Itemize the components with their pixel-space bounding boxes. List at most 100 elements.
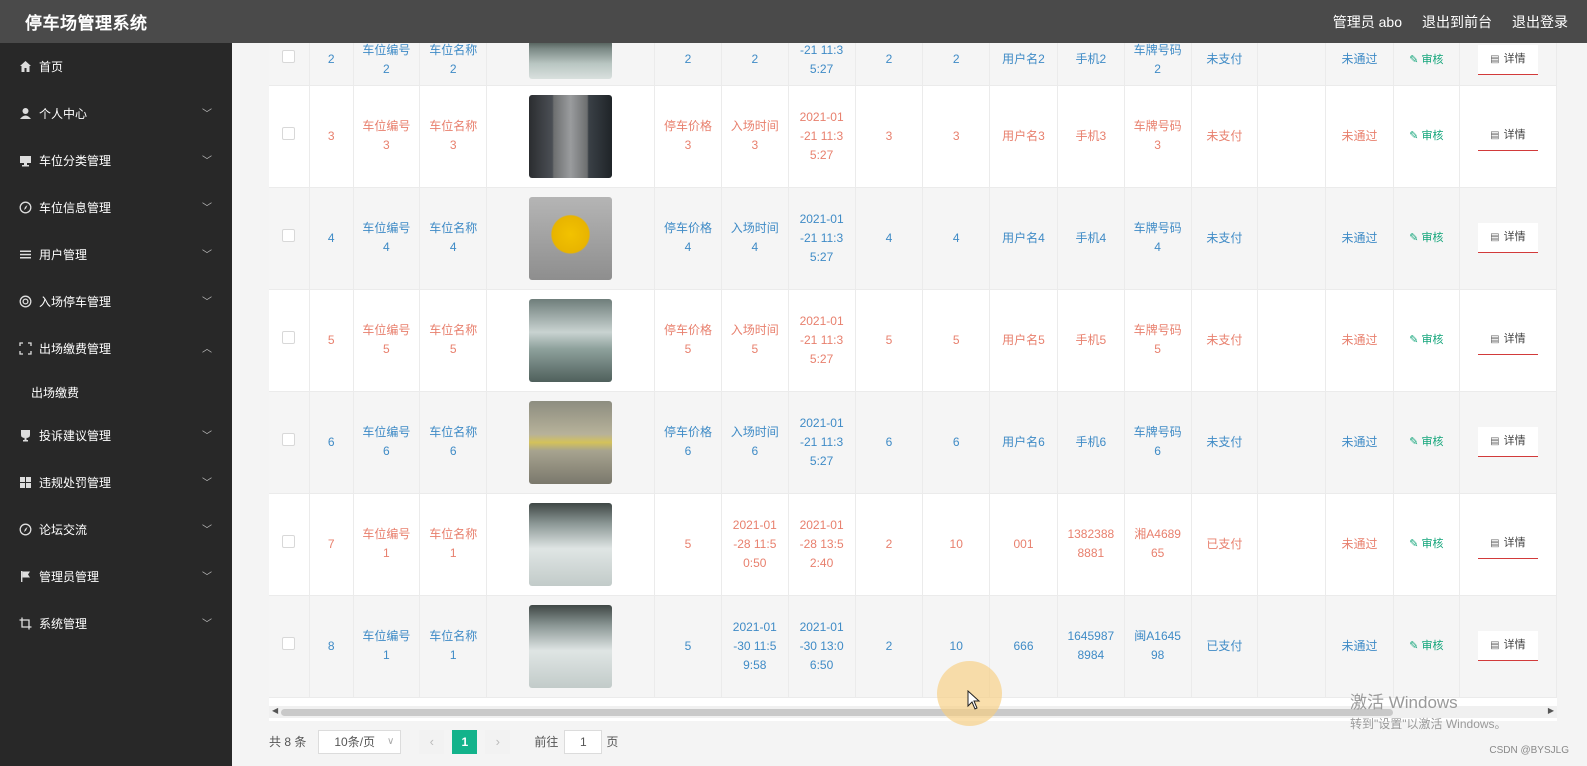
fee: 5 [922,289,991,392]
sidebar-item-7[interactable]: 投诉建议管理 ﹀ [0,412,232,459]
sidebar-item-8[interactable]: 违规处罚管理 ﹀ [0,459,232,506]
chevron-icon: ﹀ [202,297,212,308]
sidebar-item-4[interactable]: 用户管理 ﹀ [0,231,232,278]
exit-time: 2021-01 -30 13:0 6:50 [788,595,856,698]
phone: 1382388 8881 [1057,493,1125,596]
next-page-button[interactable]: › [485,729,511,754]
mouse-cursor-icon [967,690,981,710]
entry-time: 2021-01 -30 11:5 9:58 [721,595,789,698]
row-checkbox[interactable] [282,330,296,344]
empty-cell [1257,391,1327,494]
edit-icon: ✎ [1409,53,1422,66]
plate-number: 车牌号码 3 [1124,85,1192,188]
audit-cell: ✎ 审核 [1393,289,1460,392]
detail-button[interactable]: ▤ 详情 [1477,631,1538,661]
sidebar-item-1[interactable]: 个人中心 ﹀ [0,90,232,137]
fee: 2 [922,43,991,86]
detail-button[interactable]: ▤ 详情 [1477,223,1538,253]
scroll-left-icon[interactable]: ◀ [272,706,278,715]
scroll-right-icon[interactable]: ▶ [1548,706,1554,715]
plate-number: 湘A4689 65 [1124,493,1192,596]
table-row: 7 车位编号 1 车位名称 1 5 2021-01 -28 11:5 0:50 2021-… [269,493,1557,596]
sidebar-item-3[interactable]: 车位信息管理 ﹀ [0,184,232,231]
detail-button[interactable]: ▤ 详情 [1477,121,1538,151]
detail-button[interactable]: ▤ 详情 [1477,44,1538,75]
exit-time: 2021-01 -21 11:3 5:27 [788,391,856,494]
document-icon: ▤ [1490,232,1500,243]
slot-image-cell [486,391,656,494]
empty-cell [1257,43,1327,86]
detail-cell: ▤ 详情 [1459,391,1557,494]
row-checkbox[interactable] [282,432,296,446]
audit-button[interactable]: ✎ 审核 [1409,54,1443,66]
compass-icon [18,201,32,215]
audit-button[interactable]: ✎ 审核 [1409,130,1443,142]
scrollbar-thumb[interactable] [281,709,1393,716]
logout-link[interactable]: 退出登录 [1512,12,1568,32]
row-checkbox[interactable] [282,126,296,140]
sidebar-subitem-exit-payment[interactable]: 出场缴费 [0,372,232,412]
goto-page-input[interactable]: 1 [564,729,603,754]
plate-number: 闽A1645 98 [1124,595,1192,698]
edit-icon: ✎ [1409,538,1422,550]
sidebar-item-0[interactable]: 首页 [0,43,232,90]
sidebar-item-6[interactable]: 出场缴费管理 ︿ [0,325,232,372]
chevron-icon: ﹀ [202,619,212,630]
sidebar-item-2[interactable]: 车位分类管理 ﹀ [0,137,232,184]
entry-time: 入场时间 5 [721,289,789,392]
chevron-icon: ﹀ [202,156,212,167]
table-row: 8 车位编号 1 车位名称 1 5 2021-01 -30 11:5 9:58 2021-… [269,595,1557,698]
empty-cell [1257,289,1327,392]
detail-button[interactable]: ▤ 详情 [1477,325,1538,355]
parking-slot-image [529,196,613,280]
row-checkbox[interactable] [282,534,296,548]
audit-label: 审核 [1421,334,1444,346]
row-checkbox[interactable] [282,636,296,650]
row-index: 8 [309,595,354,698]
page-size-value: 10条/页 [334,735,376,749]
row-index: 7 [309,493,354,596]
monitor-icon [18,154,32,168]
row-index: 2 [309,43,354,86]
slot-code: 车位编号 1 [353,493,421,596]
detail-button[interactable]: ▤ 详情 [1477,529,1538,559]
phone: 手机2 [1057,43,1125,86]
row-checkbox[interactable] [282,50,296,64]
top-bar: 停车场管理系统 管理员 abo 退出到前台 退出登录 [0,0,1587,43]
main-content: 2 车位编号 2 车位名称 2 2 2 -21 11:3 5:27 2 2 用户名2 手机2 车牌号… [250,43,1575,766]
sidebar-item-label: 车位信息管理 [39,201,112,215]
sidebar-item-9[interactable]: 论坛交流 ﹀ [0,506,232,553]
parking-slot-image [529,502,613,586]
detail-cell: ▤ 详情 [1459,187,1557,290]
empty-cell [1257,493,1327,596]
page-size-select[interactable]: 10条/页 ∨ [318,729,402,754]
slot-image-cell [486,493,656,596]
current-page-button[interactable]: 1 [452,729,478,754]
sidebar-item-label: 用户管理 [39,248,88,262]
empty-cell [1257,595,1327,698]
data-table: 2 车位编号 2 车位名称 2 2 2 -21 11:3 5:27 2 2 用户名2 手机2 车牌号… [269,43,1557,721]
detail-label: 详情 [1503,537,1526,549]
audit-button[interactable]: ✎ 审核 [1409,640,1443,652]
review-status: 未通过 [1325,187,1394,290]
sidebar-item-10[interactable]: 管理员管理 ﹀ [0,553,232,600]
entry-time: 入场时间 6 [721,391,789,494]
review-status: 未通过 [1325,391,1394,494]
slot-image-cell [486,187,656,290]
audit-button[interactable]: ✎ 审核 [1409,436,1443,448]
empty-cell [1257,85,1327,188]
exit-to-front-link[interactable]: 退出到前台 [1422,12,1492,32]
slot-image-cell [486,595,656,698]
goto-label: 前往 [534,735,559,749]
row-checkbox[interactable] [282,228,296,242]
sidebar-item-11[interactable]: 系统管理 ﹀ [0,600,232,647]
detail-button[interactable]: ▤ 详情 [1477,427,1538,457]
prev-page-button[interactable]: ‹ [419,729,445,754]
audit-button[interactable]: ✎ 审核 [1409,334,1443,346]
review-status: 未通过 [1325,289,1394,392]
audit-button[interactable]: ✎ 审核 [1409,232,1443,244]
fee: 4 [922,187,991,290]
audit-button[interactable]: ✎ 审核 [1409,538,1443,550]
audit-cell: ✎ 审核 [1393,187,1460,290]
sidebar-item-5[interactable]: 入场停车管理 ﹀ [0,278,232,325]
